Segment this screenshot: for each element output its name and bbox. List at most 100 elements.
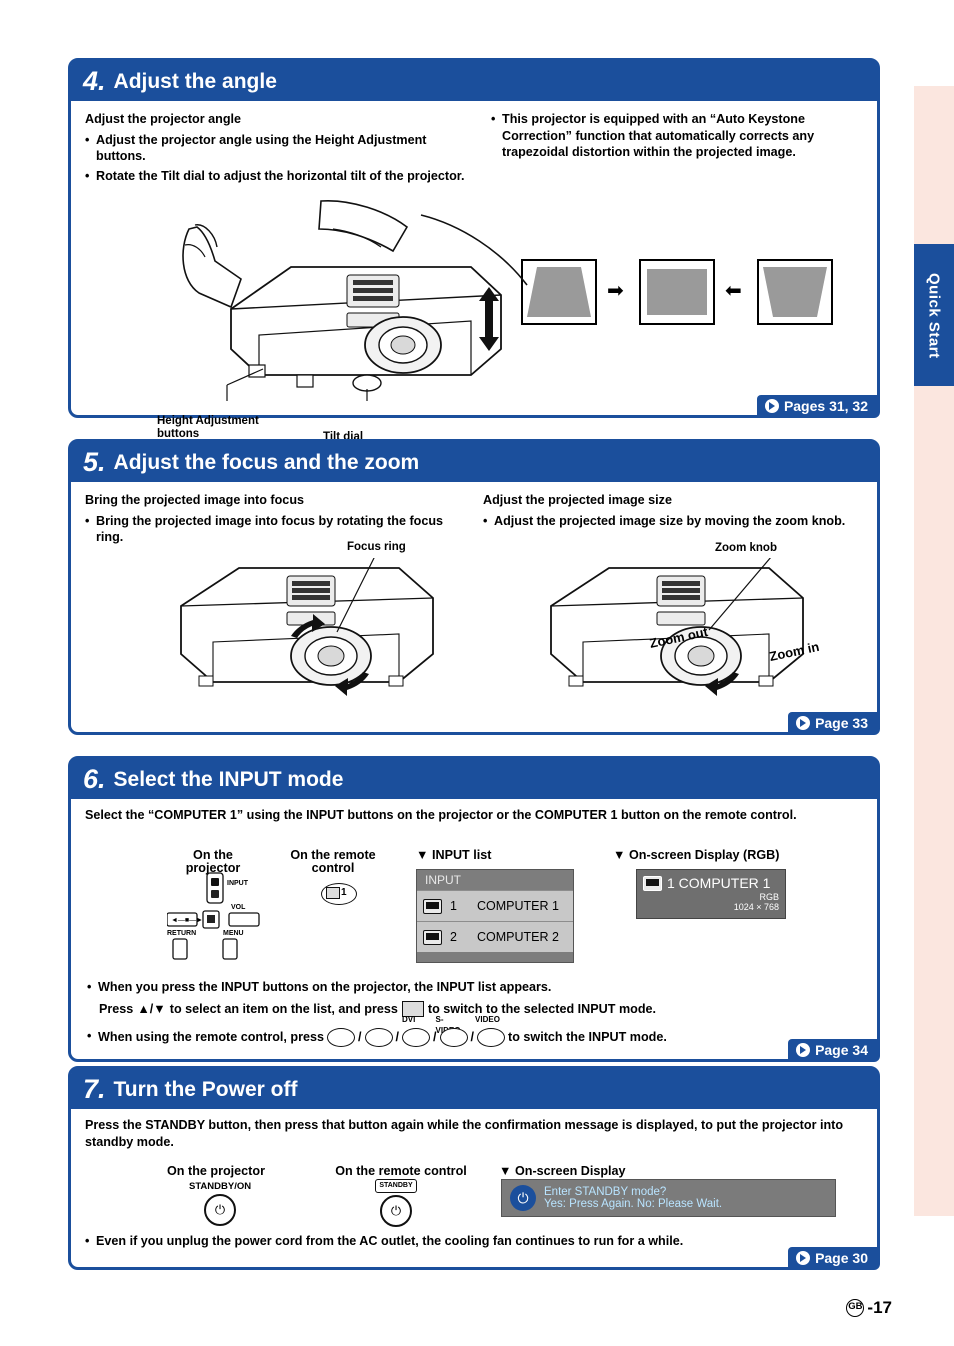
section-6-header: 6. Select the INPUT mode [71, 759, 877, 799]
section-4-title: Adjust the angle [113, 69, 277, 93]
section-5-pageref[interactable]: Page 33 [788, 712, 880, 735]
col-on-projector: On the projector [167, 1164, 265, 1178]
keystone-screen-2 [639, 259, 715, 325]
osd-rgb-display: 1 COMPUTER 1 RGB 1024 × 768 [636, 869, 786, 919]
section-turn-power-off: 7. Turn the Power off Press the STANDBY … [68, 1066, 880, 1270]
col-input-list-marker: ▼ INPUT list [416, 848, 492, 862]
standby-confirm-line2: Yes: Press Again. No: Please Wait. [544, 1198, 723, 1210]
computer-icon [643, 875, 662, 891]
page-footer: GB -17 [846, 1298, 892, 1318]
arrow-right-icon [796, 716, 811, 730]
section-6-note-2: When using the remote control, press / /… [87, 1015, 878, 1047]
input-list-row-1[interactable]: 1 COMPUTER 1 [417, 890, 573, 921]
projector-standby-label: STANDBY/ON [189, 1181, 252, 1192]
col-on-remote: On the remote control [335, 1164, 467, 1178]
svideo-key-icon [439, 1028, 468, 1047]
section-6-title: Select the INPUT mode [113, 767, 344, 791]
projector-focus-drawing [180, 558, 434, 696]
section-5-number: 5. [83, 446, 106, 477]
height-buttons-label-line1: Height Adjustment [157, 415, 259, 427]
computer1-key-icon [327, 1028, 356, 1047]
section-5-right-heading: Adjust the projected image size [483, 493, 672, 507]
power-icon[interactable]: ⏻ [380, 1195, 412, 1227]
keystone-arrow-left: ⬅ [725, 280, 742, 302]
arrow-right-icon [796, 1251, 811, 1265]
input-list-header: INPUT [425, 873, 461, 887]
section-4-left-heading: Adjust the projector angle [85, 112, 242, 126]
remote-computer1-button[interactable]: 1 [321, 883, 357, 905]
keystone-arrow-right: ➡ [607, 280, 624, 302]
arrow-right-icon [796, 1043, 811, 1057]
section-5-right-bullet: Adjust the projected image size by movin… [483, 513, 863, 530]
section-6-note-2-suffix: to switch the INPUT mode. [508, 1030, 667, 1045]
section-7-title: Turn the Power off [113, 1077, 298, 1101]
dvi-key-icon [402, 1028, 431, 1047]
section-6-body: Select the “COMPUTER 1” using the INPUT … [71, 799, 877, 1077]
section-7-header: 7. Turn the Power off [71, 1069, 877, 1109]
section-6-number: 6. [83, 763, 106, 794]
section-5-left-bullet: Bring the projected image into focus by … [85, 513, 465, 546]
input-list-row-2[interactable]: 2 COMPUTER 2 [417, 921, 573, 952]
updown-arrow-icon: ▲/▼ [137, 1002, 166, 1016]
manual-page: Quick Start 4. Adjust the angle Adjust t… [0, 0, 954, 1346]
power-icon[interactable]: ⏻ [204, 1194, 237, 1226]
section-6-pageref[interactable]: Page 34 [788, 1039, 880, 1062]
video-key-icon [477, 1028, 506, 1047]
section-5-header: 5. Adjust the focus and the zoom [71, 442, 877, 482]
section-4-number: 4. [83, 65, 106, 96]
note-press-mid: to select an item on the list, and press [169, 1002, 398, 1016]
note-press-prefix: Press [99, 1002, 134, 1016]
svg-text:◄—■—►: ◄—■—► [171, 917, 203, 924]
section-7-note: Even if you unplug the power cord from t… [85, 1233, 876, 1250]
projector-angle-drawing [182, 200, 528, 401]
section-7-pageref[interactable]: Page 30 [788, 1247, 880, 1270]
standby-confirm-line1: Enter STANDBY mode? [544, 1186, 667, 1198]
power-icon: ⏻ [510, 1185, 536, 1211]
computer2-key-icon [364, 1028, 393, 1047]
section-7-body: Press the STANDBY button, then press tha… [71, 1109, 877, 1285]
standby-confirm-osd: ⏻ Enter STANDBY mode? Yes: Press Again. … [501, 1179, 836, 1217]
side-tab-label: Quick Start [925, 273, 943, 359]
section-4-pageref-label: Pages 31, 32 [783, 398, 868, 414]
computer-icon [423, 929, 442, 945]
section-7-pageref-label: Page 30 [815, 1250, 868, 1266]
section-7-number: 7. [83, 1073, 106, 1104]
section-4-header: 4. Adjust the angle [71, 61, 877, 101]
projector-buttons-drawing: INPUT ◄—■—► VOL RETURN MENU [167, 872, 260, 960]
video-key-label: VIDEO [475, 1015, 500, 1024]
section-7-intro: Press the STANDBY button, then press tha… [85, 1118, 844, 1149]
dvi-key-label: DVI [402, 1015, 416, 1024]
focus-ring-label: Focus ring [347, 541, 406, 553]
remote-standby-label: STANDBY [375, 1179, 417, 1193]
section-4-right-bullet: This projector is equipped with an “Auto… [491, 111, 861, 161]
col-osd-rgb-label: On-screen Display (RGB) [628, 848, 780, 862]
col-on-remote-line2: control [311, 861, 355, 875]
svg-text:VOL: VOL [231, 904, 246, 911]
svg-text:INPUT: INPUT [227, 880, 249, 887]
section-5-left-heading: Bring the projected image into focus [85, 493, 305, 507]
section-adjust-focus-zoom: 5. Adjust the focus and the zoom Bring t… [68, 439, 880, 735]
section-4-pageref[interactable]: Pages 31, 32 [756, 395, 880, 418]
projector-standby-group[interactable]: STANDBY/ON ⏻ [189, 1181, 251, 1226]
input-list-osd: INPUT 1 COMPUTER 1 2 COMPUTER 2 [416, 869, 574, 963]
osd-rgb-title: 1 COMPUTER 1 [667, 875, 771, 891]
zoom-knob-label: Zoom knob [715, 542, 777, 554]
section-4-left-bullet-2: Rotate the Tilt dial to adjust the horiz… [85, 168, 475, 185]
section-5-body: Bring the projected image into focus Bri… [71, 482, 877, 750]
keystone-shape-3 [763, 267, 827, 317]
col-osd-marker: ▼ On-screen Display [499, 1164, 626, 1178]
page-number: -17 [867, 1298, 892, 1317]
section-4-left-bullet-1: Adjust the projector angle using the Hei… [85, 132, 475, 165]
col-osd-rgb-marker: ▼ On-screen Display (RGB) [613, 848, 780, 862]
input-list-row-1-num: 1 [450, 899, 457, 913]
remote-standby-group[interactable]: STANDBY ⏻ [375, 1179, 417, 1227]
col-osd-label: On-screen Display [514, 1164, 626, 1178]
keystone-screen-3 [757, 259, 833, 325]
svg-text:MENU: MENU [223, 930, 244, 937]
svg-text:RETURN: RETURN [167, 930, 196, 937]
computer-icon [423, 898, 442, 914]
osd-rgb-signal: RGB [759, 892, 779, 902]
section-6-note-2-text: When using the remote control, press [98, 1030, 325, 1045]
input-list-row-2-name: COMPUTER 2 [476, 930, 559, 944]
section-5-pageref-label: Page 33 [815, 715, 868, 731]
